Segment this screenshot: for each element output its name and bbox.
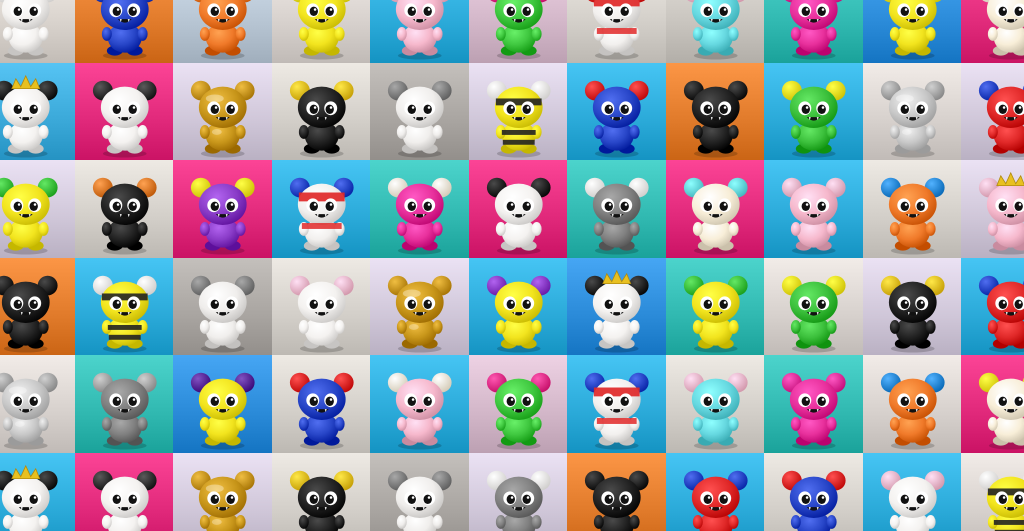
- figure-tile: [468, 0, 568, 64]
- figure-tile: [271, 452, 371, 531]
- figure-tile: [764, 0, 864, 64]
- figure-tile: [665, 160, 765, 259]
- figure-tile: [370, 62, 470, 161]
- figure-tile: [665, 452, 765, 531]
- figure-tile: [567, 160, 667, 259]
- figure-tile: [173, 257, 273, 356]
- figure-tile: [74, 62, 174, 161]
- figure-tile: [74, 452, 174, 531]
- figure-tile: [961, 452, 1024, 531]
- figure-tile: [567, 355, 667, 454]
- figure-tile: [173, 355, 273, 454]
- figure-tile: [665, 257, 765, 356]
- figure-tile: [468, 452, 568, 531]
- figure-tile: [370, 0, 470, 64]
- figure-tile: [567, 257, 667, 356]
- figure-tile: [862, 0, 962, 64]
- figure-tile: [173, 62, 273, 161]
- figure-tile: [764, 160, 864, 259]
- figure-tile: [961, 62, 1024, 161]
- figure-tile: [74, 355, 174, 454]
- figure-tile: [0, 452, 76, 531]
- figure-tile: [764, 355, 864, 454]
- figure-tile: [862, 355, 962, 454]
- figure-tile: [0, 62, 76, 161]
- figure-tile: [764, 452, 864, 531]
- figure-tile: [961, 257, 1024, 356]
- figure-tile: [665, 0, 765, 64]
- figure-tile: [0, 355, 76, 454]
- figure-tile: [370, 452, 470, 531]
- figure-tile: [764, 257, 864, 356]
- figure-tile: [173, 0, 273, 64]
- figure-tile: [862, 160, 962, 259]
- figure-tile: [74, 0, 174, 64]
- figure-tile: [370, 257, 470, 356]
- figure-tile: [961, 0, 1024, 64]
- figure-tile: [468, 62, 568, 161]
- figure-tile: [862, 62, 962, 161]
- figure-tile: [74, 257, 174, 356]
- figure-tile: [961, 160, 1024, 259]
- figure-tile: [0, 160, 76, 259]
- figure-tile: [0, 257, 76, 356]
- figure-tile: [173, 452, 273, 531]
- figure-tile: [961, 355, 1024, 454]
- figure-tile: [271, 355, 371, 454]
- figure-tile: [370, 355, 470, 454]
- figure-tile: [862, 452, 962, 531]
- figure-tile: [271, 62, 371, 161]
- figure-tile: [862, 257, 962, 356]
- figure-tile: [74, 160, 174, 259]
- figure-collection-grid: [0, 0, 1024, 531]
- figure-tile: [468, 355, 568, 454]
- figure-tile: [271, 257, 371, 356]
- figure-tile: [271, 160, 371, 259]
- figure-tile: [0, 0, 76, 64]
- figure-tile: [173, 160, 273, 259]
- figure-tile: [567, 0, 667, 64]
- figure-tile: [370, 160, 470, 259]
- figure-tile: [764, 62, 864, 161]
- figure-tile: [468, 160, 568, 259]
- figure-tile: [271, 0, 371, 64]
- figure-tile: [468, 257, 568, 356]
- figure-tile: [567, 62, 667, 161]
- figure-tile: [665, 355, 765, 454]
- figure-tile: [665, 62, 765, 161]
- figure-tile: [567, 452, 667, 531]
